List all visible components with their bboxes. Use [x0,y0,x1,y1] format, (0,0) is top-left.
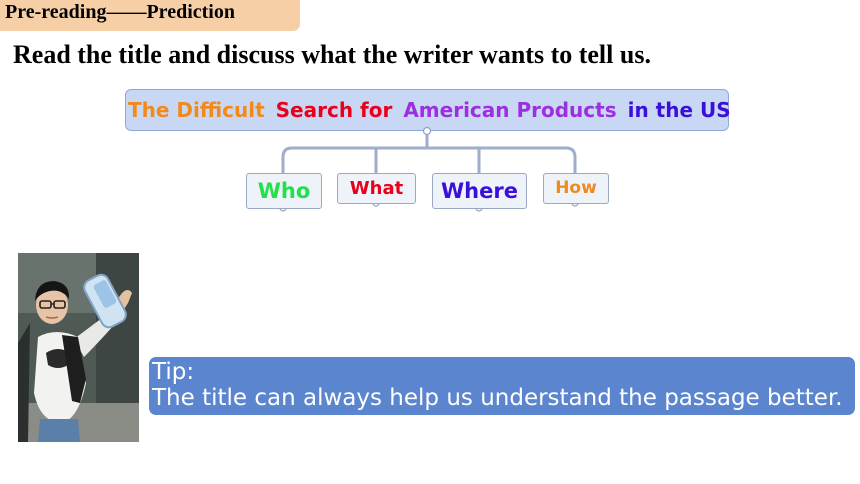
question-box-how: How [543,173,609,204]
title-part-search-for: Search for [275,98,393,122]
title-part-in-the-us: in the US [627,98,731,122]
instruction-text: Read the title and discuss what the writ… [13,40,651,69]
question-box-who: Who [246,173,322,209]
title-part-the-difficult: The Difficult [128,98,265,122]
tip-text: The title can always help us understand … [152,385,843,411]
tip-heading: Tip: [152,359,195,385]
question-who-label: Who [257,179,311,203]
question-box-what: What [337,173,416,204]
title-part-american-products: American Products [403,98,617,122]
section-tag: Pre-reading——Prediction [0,0,300,31]
question-how-label: How [555,178,597,198]
question-what-label: What [349,178,404,199]
tip-box: Tip: The title can always help us unders… [149,357,855,415]
section-tag-label: Pre-reading——Prediction [5,1,235,23]
question-where-label: Where [441,179,518,203]
question-box-where: Where [432,173,527,209]
passage-title-box: The Difficult Search for American Produc… [125,89,731,131]
student-photo [18,253,139,442]
